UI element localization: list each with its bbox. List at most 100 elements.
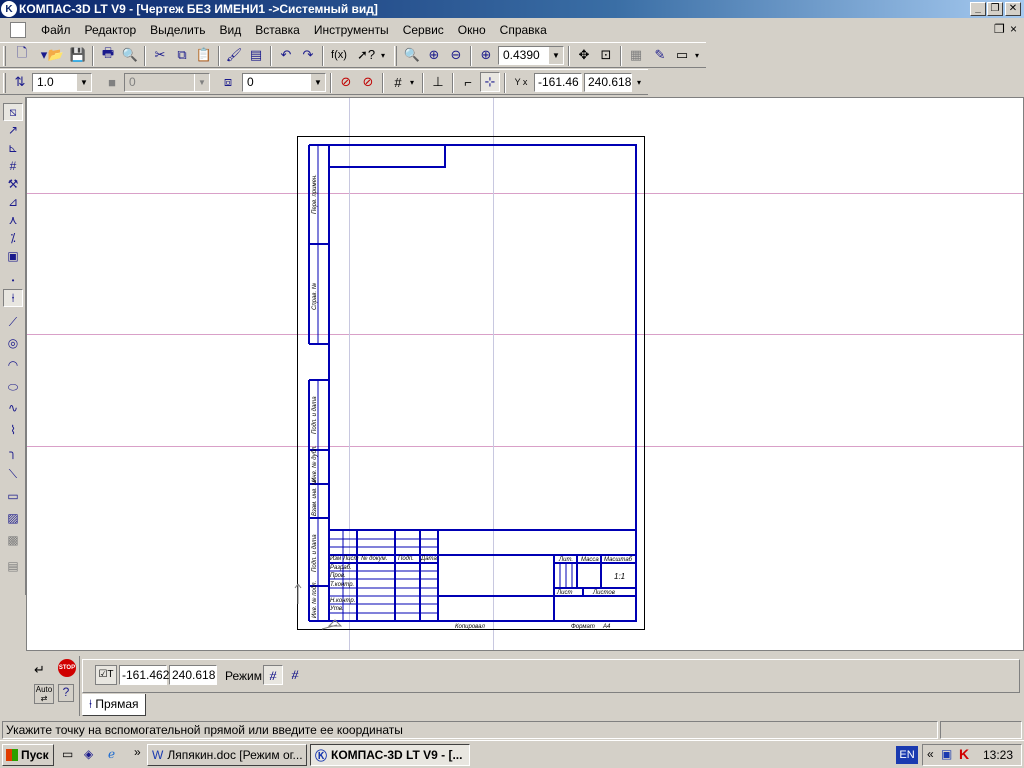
- show-desktop-icon[interactable]: ▭: [62, 747, 73, 761]
- zoom-in-frame-icon[interactable]: 🔍: [402, 45, 422, 65]
- save-icon[interactable]: 💾: [68, 45, 88, 65]
- step-cursor-icon[interactable]: ⇅: [10, 72, 30, 92]
- tray-chevron[interactable]: «: [927, 747, 934, 761]
- mode-one-line-icon[interactable]: ⧣: [263, 665, 283, 685]
- spline-icon[interactable]: ∿: [3, 399, 23, 417]
- point-icon[interactable]: •: [3, 271, 23, 289]
- pan-icon[interactable]: ✥: [574, 45, 594, 65]
- local-cs-icon[interactable]: ⊥: [428, 72, 448, 92]
- doc-close-button[interactable]: ×: [1010, 22, 1017, 36]
- layers-icon[interactable]: ✎: [650, 45, 670, 65]
- chamfer-icon[interactable]: ⟍: [3, 465, 23, 483]
- menu-tools[interactable]: Инструменты: [307, 23, 396, 37]
- menu-insert[interactable]: Вставка: [248, 23, 307, 37]
- hatch-icon[interactable]: ▨: [3, 509, 23, 527]
- doc-restore-button[interactable]: ❐: [994, 22, 1005, 36]
- zoom-scale-icon[interactable]: ⊕: [476, 45, 496, 65]
- toolbar-grip[interactable]: [3, 73, 6, 93]
- open-folder-icon[interactable]: 📂: [46, 45, 66, 65]
- minimize-button[interactable]: _: [970, 2, 986, 16]
- menu-window[interactable]: Окно: [451, 23, 493, 37]
- task-word-document[interactable]: W Ляпякин.doc [Режим ог...: [147, 744, 307, 766]
- cut-icon[interactable]: ✂: [150, 45, 170, 65]
- edit-panel-icon[interactable]: #: [3, 157, 23, 175]
- menu-file[interactable]: Файл: [34, 23, 78, 37]
- grid-dropdown-icon[interactable]: ▾: [406, 72, 418, 92]
- coord-y-field[interactable]: 240.618: [584, 73, 632, 92]
- language-indicator[interactable]: EN: [896, 746, 918, 764]
- print-preview-icon[interactable]: 🔍: [120, 45, 140, 65]
- snap-icon[interactable]: ⊘: [336, 72, 356, 92]
- zoom-in-icon[interactable]: ⊕: [424, 45, 444, 65]
- toolbar-more-icon[interactable]: ▾: [634, 72, 644, 92]
- document-icon[interactable]: [10, 22, 26, 38]
- stop-button[interactable]: STOP: [58, 659, 76, 677]
- chevron-down-icon[interactable]: ▼: [76, 74, 91, 91]
- toolbar-more-icon[interactable]: ▾: [378, 45, 388, 65]
- quicklaunch-app-icon[interactable]: ◈: [84, 747, 93, 761]
- parametrize-panel-icon[interactable]: ⚒: [3, 175, 23, 193]
- zoom-all-icon[interactable]: ⊡: [596, 45, 616, 65]
- menu-help[interactable]: Справка: [493, 23, 554, 37]
- coord-x-field[interactable]: -161.46: [534, 73, 582, 92]
- ellipse-icon[interactable]: ⬭: [3, 378, 23, 396]
- drawing-svg[interactable]: Изм Лист № докум. Подп. Дата Разраб. Про…: [27, 98, 1024, 651]
- rectangle-icon[interactable]: ▭: [3, 487, 23, 505]
- quicklaunch-chevron[interactable]: »: [134, 745, 141, 759]
- toolbar-grip[interactable]: [394, 46, 397, 66]
- zoom-combo[interactable]: 0.4390 ▼: [498, 46, 564, 65]
- chevron-down-icon[interactable]: ▼: [310, 74, 325, 91]
- ortho-icon[interactable]: ⌐: [458, 72, 478, 92]
- function-button[interactable]: f(x): [328, 45, 350, 65]
- start-button[interactable]: Пуск: [2, 744, 54, 766]
- chevron-down-icon[interactable]: ▼: [548, 47, 563, 64]
- symbols-panel-icon[interactable]: ⊾: [3, 139, 23, 157]
- fillet-icon[interactable]: ╮: [3, 443, 23, 461]
- drawing-canvas[interactable]: Изм Лист № докум. Подп. Дата Разраб. Про…: [26, 97, 1024, 651]
- auto-create-button[interactable]: Auto ⇄: [34, 684, 54, 704]
- auxiliary-line-icon[interactable]: ⍿: [3, 289, 23, 307]
- mode-two-lines-icon[interactable]: ⧣: [285, 665, 305, 685]
- enter-icon[interactable]: ↵: [34, 662, 45, 678]
- toolbar-more-icon[interactable]: ▾: [692, 45, 702, 65]
- select-panel-icon[interactable]: ⋏: [3, 211, 23, 229]
- undo-icon[interactable]: ↶: [276, 45, 296, 65]
- internet-explorer-icon[interactable]: ℯ: [108, 747, 115, 761]
- paste-icon[interactable]: 📋: [194, 45, 214, 65]
- measure-panel-icon[interactable]: ⊿: [3, 193, 23, 211]
- help-icon[interactable]: ?: [58, 684, 74, 702]
- menu-view[interactable]: Вид: [213, 23, 249, 37]
- print-icon[interactable]: 🖶: [98, 45, 118, 65]
- toolbar-grip[interactable]: [3, 46, 6, 66]
- menu-editor[interactable]: Редактор: [78, 23, 144, 37]
- prop-coord-x-field[interactable]: -161.462: [119, 665, 169, 685]
- redo-icon[interactable]: ↷: [298, 45, 318, 65]
- refresh-icon[interactable]: ▦: [626, 45, 646, 65]
- task-kompas[interactable]: Ⓚ КОМПАС-3D LT V9 - [...: [310, 744, 470, 766]
- grid-icon[interactable]: #: [388, 72, 408, 92]
- kompas-app-icon[interactable]: K: [1, 1, 17, 17]
- properties-icon[interactable]: ▤: [246, 45, 266, 65]
- zoom-out-icon[interactable]: ⊖: [446, 45, 466, 65]
- prop-coord-y-field[interactable]: 240.618: [169, 665, 217, 685]
- format-painter-icon[interactable]: 🖌: [224, 45, 244, 65]
- round-icon[interactable]: ⊹: [480, 72, 500, 92]
- spec-panel-icon[interactable]: ⁒: [3, 229, 23, 247]
- kaspersky-icon[interactable]: K: [959, 746, 969, 762]
- circle-icon[interactable]: ◎: [3, 334, 23, 352]
- maximize-restore-button[interactable]: ❐: [987, 2, 1003, 16]
- dimensions-panel-icon[interactable]: ↗: [3, 121, 23, 139]
- panel-icon[interactable]: ▭: [672, 45, 692, 65]
- geometry-panel-icon[interactable]: ⧅: [3, 103, 23, 121]
- new-file-icon[interactable]: 🗋: [12, 45, 32, 65]
- layer-combo[interactable]: 0 ▼: [242, 73, 326, 92]
- local-snap-icon[interactable]: ⊘: [358, 72, 378, 92]
- step-combo[interactable]: 1.0 ▼: [32, 73, 92, 92]
- segment-icon[interactable]: ⟋: [3, 313, 23, 331]
- close-button[interactable]: ✕: [1005, 2, 1021, 16]
- report-panel-icon[interactable]: ▣: [3, 247, 23, 265]
- arc-icon[interactable]: ◠: [3, 356, 23, 374]
- help-pointer-icon[interactable]: ➚?: [356, 45, 376, 65]
- tab-line[interactable]: ⍿ Прямая: [82, 694, 146, 716]
- network-icon[interactable]: ▣: [941, 747, 952, 761]
